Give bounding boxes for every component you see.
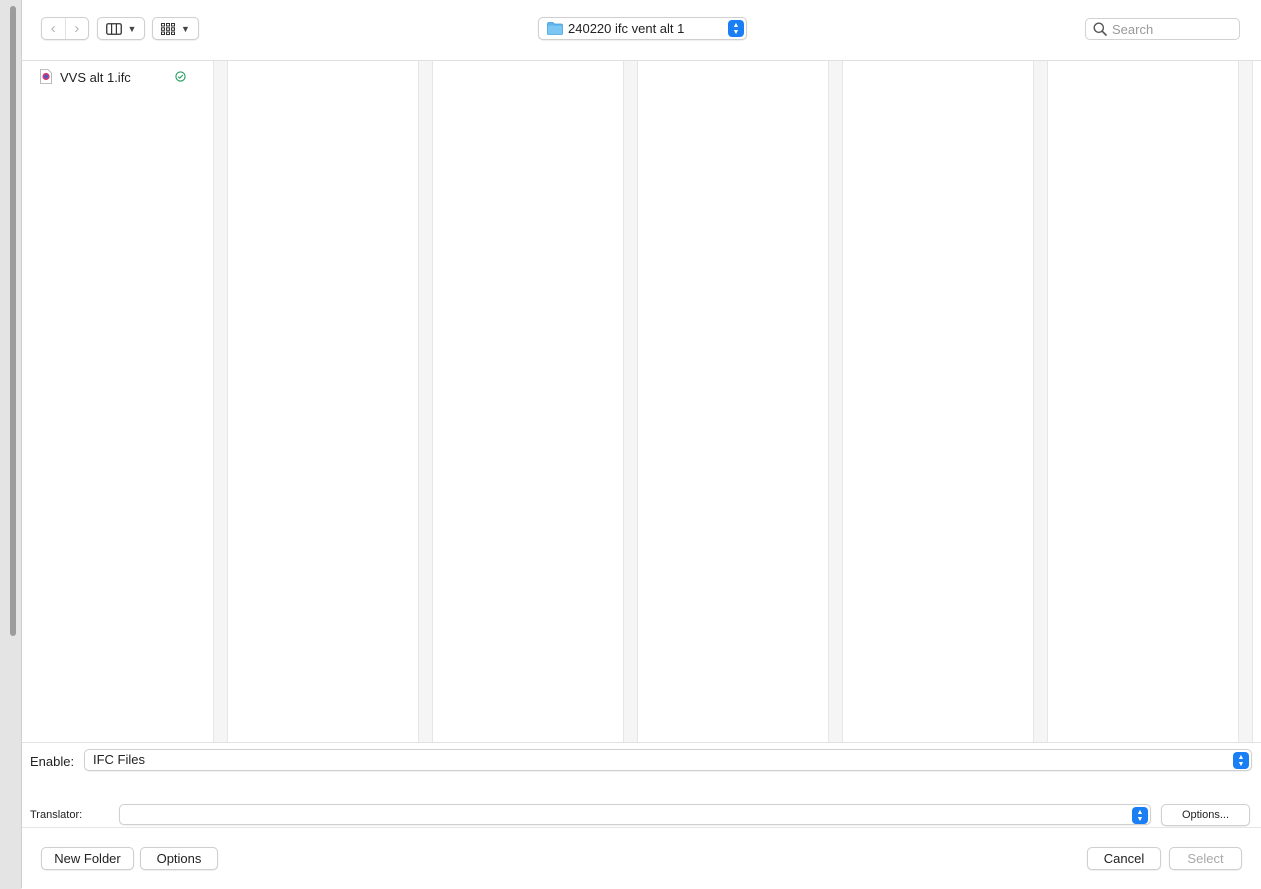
column-browser: VVS alt 1.ifc [22,61,1261,742]
location-popup[interactable]: 240220 ifc vent alt 1 ▲ ▼ [538,17,747,40]
chevron-left-icon: ‹ [50,20,56,37]
folder-icon [547,22,563,35]
search-field[interactable] [1085,18,1240,40]
columns-view-icon [105,22,122,35]
popup-stepper-icon: ▲ ▼ [1233,752,1249,769]
ifc-file-icon [40,69,52,84]
enable-value: IFC Files [93,752,145,767]
file-item[interactable]: VVS alt 1.ifc [38,68,193,86]
forward-button[interactable]: › [64,18,89,39]
synced-check-icon [175,71,186,82]
translator-label: Translator: [30,809,83,821]
file-column[interactable]: VVS alt 1.ifc [22,61,223,742]
open-file-dialog: ‹ › ▼ ▼ 240220 ifc vent alt 1 ▲ ▼ Search… [21,0,1261,889]
translator-popup[interactable]: ▲ ▼ [119,804,1151,825]
enable-label: Enable: [30,754,75,769]
column-divider[interactable] [213,61,228,742]
empty-column [228,61,418,742]
chevron-down-icon: ▼ [127,23,137,34]
empty-column [843,61,1033,742]
group-by-button[interactable]: ▼ [152,17,199,40]
chevron-right-icon: › [74,20,80,37]
popup-stepper-icon: ▲ ▼ [728,20,744,37]
search-icon [1093,22,1107,36]
chevron-down-icon: ▼ [181,23,190,34]
options-button[interactable]: Options [140,847,218,870]
background-window-strip [0,0,21,889]
column-divider[interactable] [418,61,433,742]
file-name: VVS alt 1.ifc [60,70,131,85]
enable-popup[interactable]: IFC Files ▲ ▼ [84,749,1252,771]
popup-stepper-icon: ▲ ▼ [1132,807,1148,824]
new-folder-button[interactable]: New Folder [41,847,134,870]
cancel-button[interactable]: Cancel [1087,847,1161,870]
column-divider[interactable] [623,61,638,742]
column-divider[interactable] [1238,61,1253,742]
background-scrollbar[interactable] [10,6,16,636]
location-label: 240220 ifc vent alt 1 [568,21,685,36]
empty-column [1048,61,1238,742]
grid-group-icon [161,22,176,35]
search-input[interactable] [1112,20,1232,38]
view-mode-button[interactable]: ▼ [97,17,145,40]
dialog-footer: New Folder Options Cancel Select [22,827,1261,889]
column-divider[interactable] [1033,61,1048,742]
enable-row: Enable: IFC Files ▲ ▼ [22,742,1261,783]
navigation-buttons: ‹ › [41,17,89,40]
dialog-toolbar: ‹ › ▼ ▼ 240220 ifc vent alt 1 ▲ ▼ Search [22,0,1261,61]
empty-column [638,61,828,742]
empty-column [433,61,623,742]
translator-options-button[interactable]: Options... [1161,804,1250,826]
back-button[interactable]: ‹ [42,18,65,39]
column-divider[interactable] [828,61,843,742]
select-button[interactable]: Select [1169,847,1242,870]
